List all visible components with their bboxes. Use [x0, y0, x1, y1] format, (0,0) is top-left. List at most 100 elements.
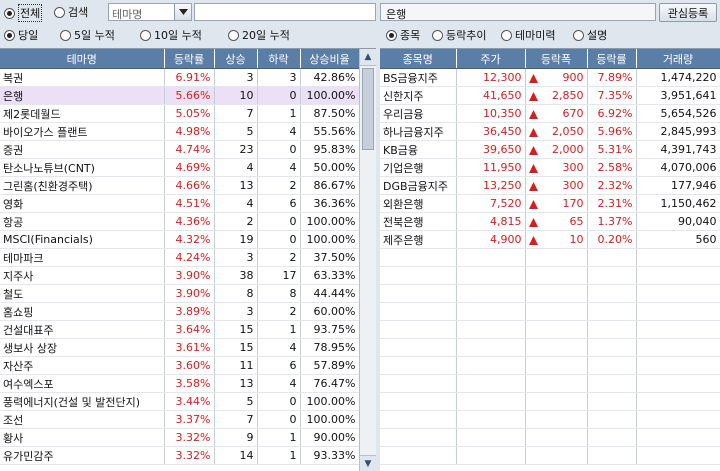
theme-rate-cell: 3.44%: [164, 392, 215, 411]
view-radio-desc-label: 설명: [587, 29, 608, 42]
table-row[interactable]: 은행 5.66% 10 0 100.00%: [0, 86, 360, 105]
table-row[interactable]: 지주사 3.90% 38 17 63.33%: [0, 266, 360, 285]
triangle-up-icon: [528, 181, 538, 194]
table-row[interactable]: 항공 4.36% 2 0 100.00%: [0, 212, 360, 231]
stock-change-value: 65: [569, 215, 584, 228]
theme-name-cell: 항공: [0, 212, 165, 231]
table-row[interactable]: 외환은행 7,520 170 2.31% 1,150,462: [380, 194, 720, 213]
mode-radio-all[interactable]: 전체: [4, 4, 43, 22]
mode-radio-search[interactable]: 검색: [54, 4, 88, 20]
col-header-change[interactable]: 등락폭: [525, 49, 588, 69]
theme-search-input[interactable]: [194, 3, 376, 21]
theme-select[interactable]: 테마명: [108, 3, 192, 21]
table-row[interactable]: 생보사 상장 3.61% 15 4 78.95%: [0, 338, 360, 357]
stock-name-cell: 우리금융: [380, 104, 457, 123]
radio-selected-icon: [4, 7, 15, 19]
table-row[interactable]: 제주은행 4,900 10 0.20% 560: [380, 230, 720, 249]
theme-rate-cell: 4.24%: [164, 248, 215, 267]
triangle-up-icon: [528, 127, 538, 140]
table-row[interactable]: 하나금융지주 36,450 2,050 5.96% 2,845,993: [380, 122, 720, 141]
stock-price-cell: 7,520: [456, 194, 526, 213]
stock-volume-cell: 90,040: [636, 212, 720, 231]
theme-ratio-cell: 95.83%: [300, 140, 360, 159]
table-row[interactable]: 제2롯데월드 5.05% 7 1 87.50%: [0, 104, 360, 123]
table-row[interactable]: 황사 3.32% 9 1 90.00%: [0, 428, 360, 447]
theme-down-cell: 0: [257, 212, 301, 231]
stock-volume-cell: 4,391,743: [636, 140, 720, 159]
theme-down-cell: 4: [257, 374, 301, 393]
table-row[interactable]: 영화 4.51% 4 6 36.36%: [0, 194, 360, 213]
col-header-up[interactable]: 상승: [214, 49, 258, 69]
theme-name-cell: 그린홈(친환경주택): [0, 176, 165, 195]
theme-ratio-cell: 86.67%: [300, 176, 360, 195]
table-row[interactable]: 여수엑스포 3.58% 13 4 76.47%: [0, 374, 360, 393]
view-radio-appeal[interactable]: 테마미력: [501, 27, 555, 43]
table-row[interactable]: 우리금융 10,350 670 6.92% 5,654,526: [380, 104, 720, 123]
empty-cell: [636, 266, 720, 285]
theme-ratio-cell: 55.56%: [300, 122, 360, 141]
table-row[interactable]: 조선 3.37% 7 0 100.00%: [0, 410, 360, 429]
table-row[interactable]: 철도 3.90% 8 8 44.44%: [0, 284, 360, 303]
empty-cell: [380, 410, 457, 429]
table-row[interactable]: 홈쇼핑 3.89% 3 2 60.00%: [0, 302, 360, 321]
empty-cell: [587, 374, 637, 393]
theme-up-cell: 3: [214, 248, 258, 267]
table-row[interactable]: 탄소나노튜브(CNT) 4.69% 4 4 50.00%: [0, 158, 360, 177]
period-radio-day[interactable]: 당일: [4, 27, 38, 43]
theme-rate-cell: 3.89%: [164, 302, 215, 321]
stock-change-value: 300: [562, 179, 584, 192]
theme-rate-cell: 5.66%: [164, 86, 215, 105]
col-header-stock[interactable]: 종목명: [380, 49, 457, 69]
theme-scrollbar[interactable]: ▲ ▼: [359, 49, 376, 471]
empty-cell: [636, 374, 720, 393]
table-row[interactable]: 유가민감주 3.32% 14 1 93.33%: [0, 446, 360, 465]
col-header-down[interactable]: 하락: [257, 49, 301, 69]
theme-name-cell: 테마파크: [0, 248, 165, 267]
theme-down-cell: 17: [257, 266, 301, 285]
table-row[interactable]: 기업은행 11,950 300 2.58% 4,070,006: [380, 158, 720, 177]
empty-cell: [525, 302, 588, 321]
col-header-stock-rate[interactable]: 등락률: [587, 49, 637, 69]
scroll-down-icon[interactable]: ▼: [360, 455, 376, 471]
period-radio-10day[interactable]: 10일 누적: [140, 27, 202, 43]
table-row[interactable]: 전북은행 4,815 65 1.37% 90,040: [380, 212, 720, 231]
table-row[interactable]: 바이오가스 플랜트 4.98% 5 4 55.56%: [0, 122, 360, 141]
table-row[interactable]: 복권 6.91% 3 3 42.86%: [0, 68, 360, 87]
period-radio-5day[interactable]: 5일 누적: [60, 27, 115, 43]
table-row[interactable]: 자산주 3.60% 11 6 57.89%: [0, 356, 360, 375]
table-row[interactable]: KB금융 39,650 2,000 5.31% 4,391,743: [380, 140, 720, 159]
table-row[interactable]: 풍력에너지(건설 및 발전단지) 3.44% 5 0 100.00%: [0, 392, 360, 411]
table-row[interactable]: MSCI(Financials) 4.32% 19 0 100.00%: [0, 230, 360, 249]
table-row[interactable]: 건설대표주 3.64% 15 1 93.75%: [0, 320, 360, 339]
empty-cell: [380, 428, 457, 447]
table-row[interactable]: BS금융지주 12,300 900 7.89% 1,474,220: [380, 68, 720, 87]
period-radio-20day[interactable]: 20일 누적: [228, 27, 290, 43]
scroll-up-icon[interactable]: ▲: [360, 49, 376, 66]
empty-cell: [587, 266, 637, 285]
col-header-rate[interactable]: 등락률: [164, 49, 215, 69]
table-row[interactable]: 신한지주 41,650 2,850 7.35% 3,951,641: [380, 86, 720, 105]
register-favorite-button[interactable]: 관심등록: [659, 3, 717, 22]
scroll-thumb[interactable]: [362, 68, 374, 150]
theme-up-cell: 3: [214, 68, 258, 87]
empty-cell: [380, 284, 457, 303]
theme-rate-cell: 3.32%: [164, 446, 215, 465]
table-row[interactable]: 테마파크 4.24% 3 2 37.50%: [0, 248, 360, 267]
stock-price-cell: 11,950: [456, 158, 526, 177]
col-header-theme[interactable]: 테마명: [0, 49, 165, 69]
table-row[interactable]: 그린홈(친환경주택) 4.66% 13 2 86.67%: [0, 176, 360, 195]
view-radio-stocks[interactable]: 종목: [386, 27, 420, 43]
triangle-up-icon: [528, 109, 538, 122]
table-row[interactable]: DGB금융지주 13,250 300 2.32% 177,946: [380, 176, 720, 195]
empty-cell: [636, 410, 720, 429]
view-radio-desc[interactable]: 설명: [573, 27, 607, 43]
empty-cell: [636, 248, 720, 267]
col-header-price[interactable]: 주가: [456, 49, 526, 69]
col-header-ratio[interactable]: 상승비율: [300, 49, 360, 69]
col-header-volume[interactable]: 거래량: [636, 49, 720, 69]
stock-change-value: 2,050: [552, 125, 584, 138]
view-radio-trend[interactable]: 등락추이: [432, 27, 486, 43]
empty-cell: [456, 320, 526, 339]
caret-down-icon[interactable]: [174, 4, 191, 20]
table-row[interactable]: 증권 4.74% 23 0 95.83%: [0, 140, 360, 159]
